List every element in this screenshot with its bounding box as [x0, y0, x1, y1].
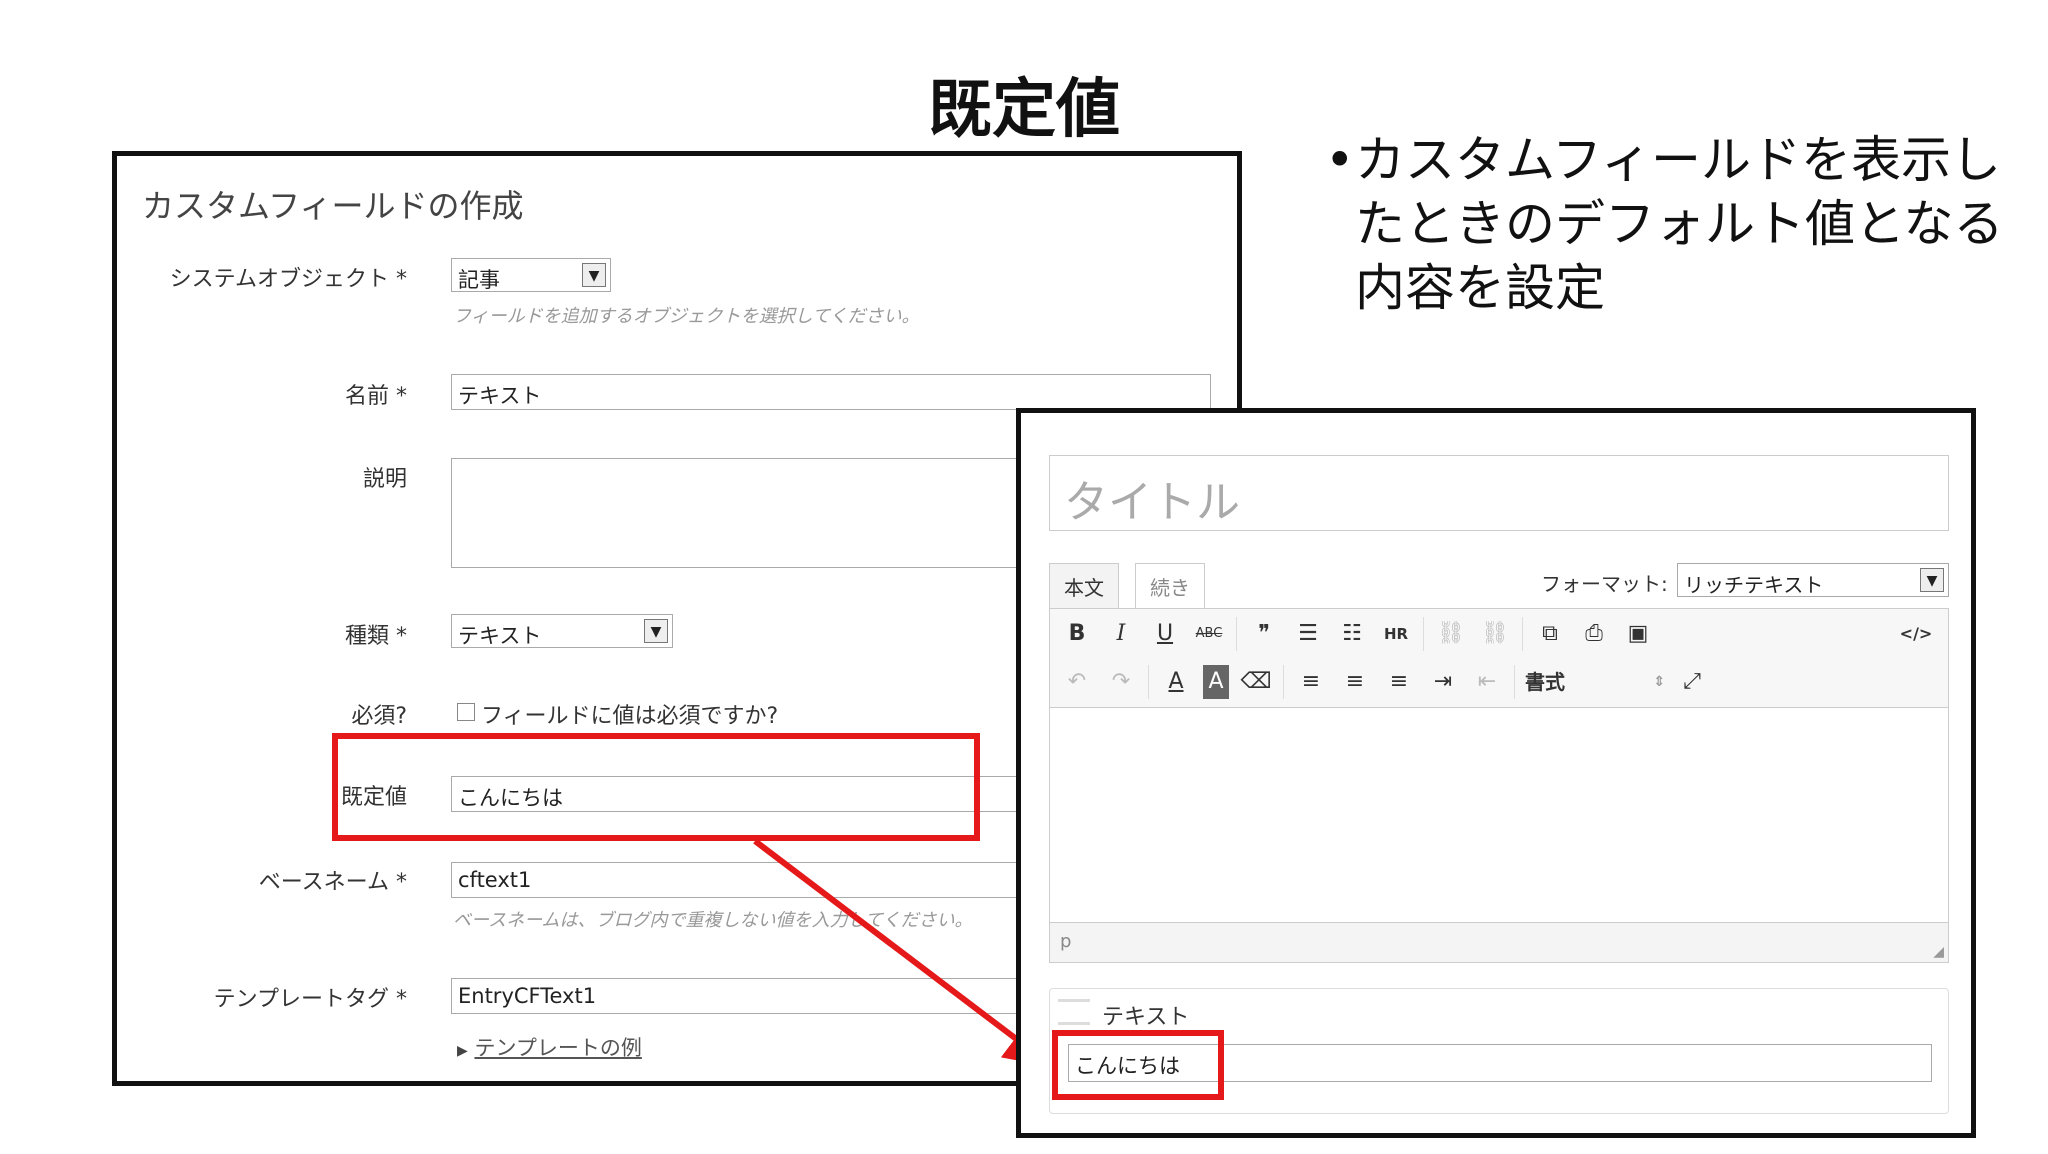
- numbered-list-icon[interactable]: ☷: [1335, 617, 1369, 651]
- format-value: リッチテキスト: [1684, 573, 1824, 597]
- updown-icon: ⇕: [1653, 674, 1665, 690]
- title-input[interactable]: タイトル: [1049, 455, 1949, 531]
- custom-field-label: テキスト: [1102, 1005, 1190, 1030]
- align-center-icon[interactable]: ≡: [1338, 665, 1372, 699]
- undo-icon[interactable]: ↶: [1060, 665, 1094, 699]
- resize-handle-icon[interactable]: ◢: [1933, 944, 1944, 960]
- unlink-icon[interactable]: ⛓: [1478, 617, 1512, 651]
- align-left-icon[interactable]: ≡: [1294, 665, 1328, 699]
- align-right-icon[interactable]: ≡: [1382, 665, 1416, 699]
- editor-status-bar: p ◢: [1049, 923, 1949, 963]
- toolbar-row-1: B I U ABC ❞ ☰ ☷ HR ⛓ ⛓ ⧉ ⎙ ▣: [1060, 617, 1655, 651]
- editor-content-area[interactable]: [1049, 708, 1949, 923]
- editor-toolbar: B I U ABC ❞ ☰ ☷ HR ⛓ ⛓ ⧉ ⎙ ▣ </> ↶ ↷ A A…: [1049, 608, 1949, 708]
- tab-body[interactable]: 本文: [1049, 563, 1119, 609]
- custom-field-highlight: [1052, 1030, 1224, 1100]
- tab-more[interactable]: 続き: [1135, 563, 1205, 609]
- insert-image-icon[interactable]: ▣: [1621, 617, 1655, 651]
- text-color-icon[interactable]: A: [1159, 665, 1193, 699]
- format-label: フォーマット:: [1541, 572, 1668, 596]
- eraser-icon[interactable]: ⌫: [1239, 665, 1273, 699]
- html-mode-icon[interactable]: </>: [1894, 617, 1938, 651]
- drag-handle-icon[interactable]: [1058, 999, 1090, 1025]
- status-path: p: [1060, 931, 1072, 952]
- blockquote-icon[interactable]: ❞: [1247, 617, 1281, 651]
- indent-icon[interactable]: ⇥: [1426, 665, 1460, 699]
- horizontal-rule-icon[interactable]: HR: [1379, 617, 1413, 651]
- bulleted-list-icon[interactable]: ☰: [1291, 617, 1325, 651]
- link-icon[interactable]: ⛓: [1434, 617, 1468, 651]
- strikethrough-icon[interactable]: ABC: [1192, 617, 1226, 651]
- italic-icon[interactable]: I: [1104, 617, 1138, 651]
- toolbar-row-2: ↶ ↷ A A ⌫ ≡ ≡ ≡ ⇥ ⇤ 書式 ⇕ ⤢: [1060, 665, 1709, 699]
- insert-file-icon[interactable]: ⎙: [1577, 617, 1611, 651]
- source-icon[interactable]: ⧉: [1533, 617, 1567, 651]
- background-color-icon[interactable]: A: [1203, 665, 1229, 699]
- chevron-down-icon[interactable]: ▼: [1920, 568, 1944, 592]
- underline-icon[interactable]: U: [1148, 617, 1182, 651]
- entry-editor-panel: タイトル 本文 続き フォーマット: リッチテキスト ▼ B I U ABC ❞…: [1016, 408, 1976, 1138]
- fullscreen-icon[interactable]: ⤢: [1675, 665, 1709, 699]
- bold-icon[interactable]: B: [1060, 617, 1094, 651]
- style-select[interactable]: 書式 ⇕: [1525, 665, 1665, 699]
- format-select[interactable]: リッチテキスト ▼: [1677, 563, 1949, 597]
- outdent-icon[interactable]: ⇤: [1470, 665, 1504, 699]
- redo-icon[interactable]: ↷: [1104, 665, 1138, 699]
- style-select-value: 書式: [1525, 670, 1565, 694]
